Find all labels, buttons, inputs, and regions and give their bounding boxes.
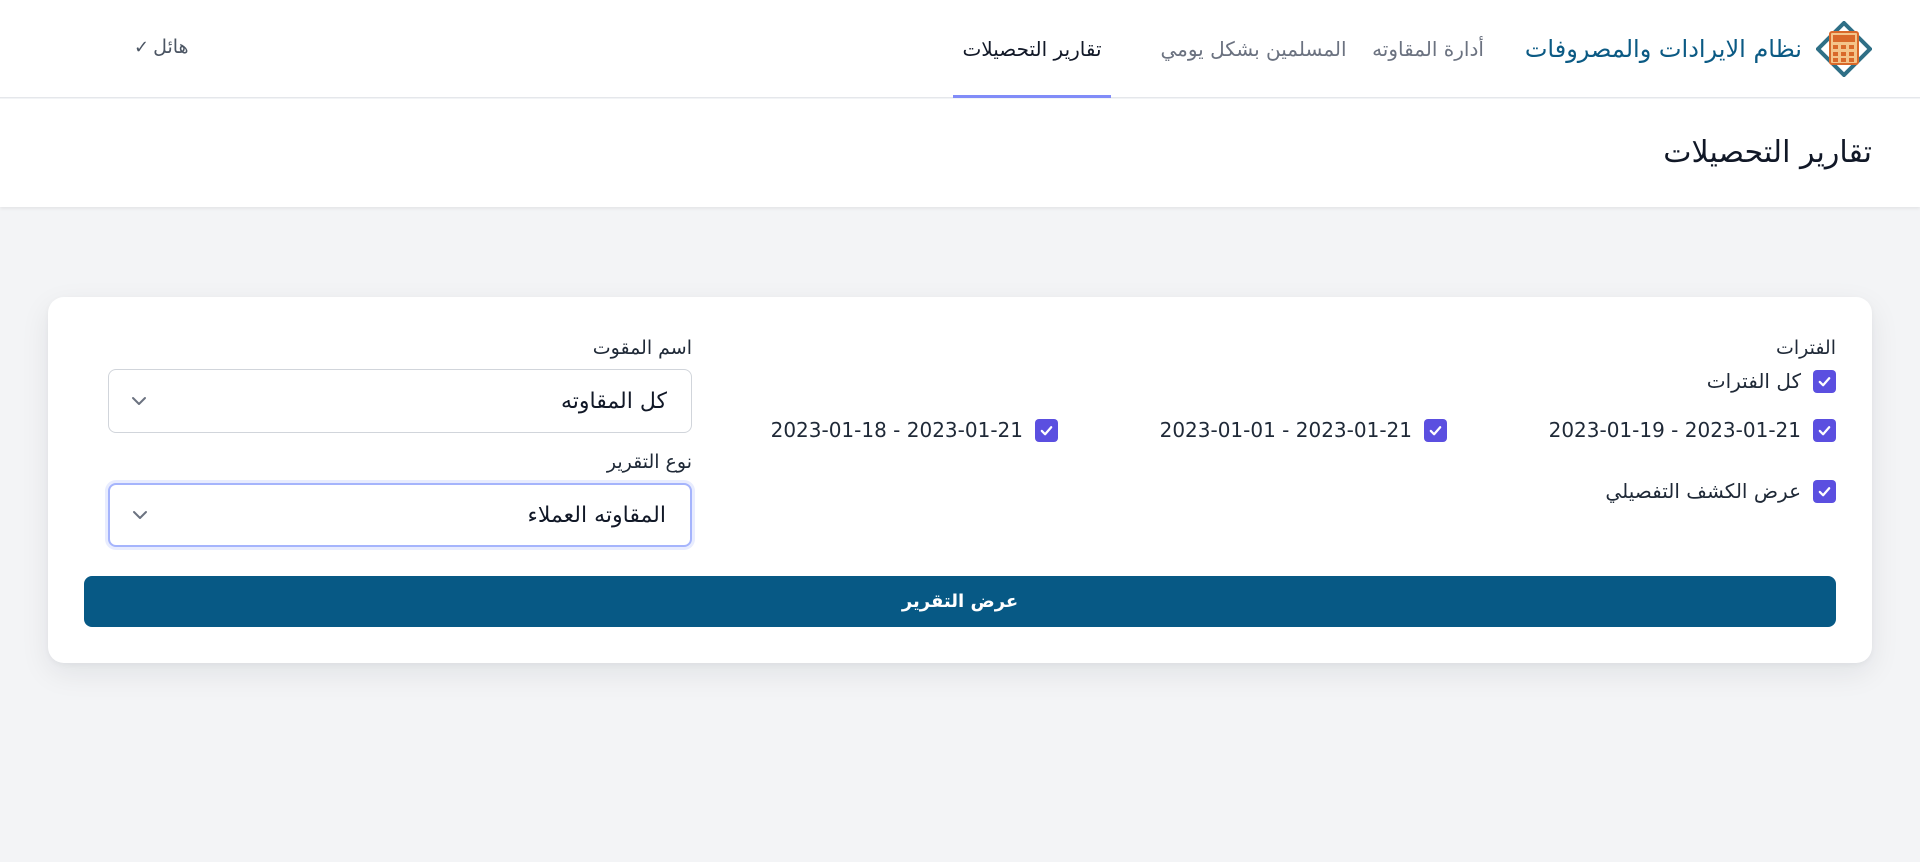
period-label: 2023-01-18 - 2023-01-21	[770, 418, 1023, 442]
user-name: هائل	[153, 36, 189, 58]
report-type-label: نوع التقرير	[606, 451, 692, 473]
checkbox-checked-icon[interactable]	[1813, 418, 1836, 442]
report-form-card: الفترات كل الفترات 2023-01-19 - 2023-01-…	[48, 297, 1872, 663]
checkbox-checked-icon[interactable]	[1813, 479, 1836, 503]
detailed-statement-checkbox[interactable]: عرض الكشف التفصيلي	[1605, 479, 1836, 503]
show-report-button[interactable]: عرض التقرير	[84, 576, 1836, 627]
brand[interactable]: نظام الايرادات والمصروفات	[1525, 18, 1872, 80]
page-header: تقارير التحصيلات	[0, 99, 1920, 207]
detailed-statement-label: عرض الكشف التفصيلي	[1605, 479, 1801, 503]
checkbox-checked-icon[interactable]	[1424, 418, 1447, 442]
period-checkbox-2[interactable]: 2023-01-01 - 2023-01-21	[1160, 418, 1447, 442]
tab-daily-delivered[interactable]: المسلمين بشكل يومي	[1156, 0, 1351, 98]
page-title: تقارير التحصيلات	[1663, 135, 1872, 170]
calculator-icon	[1816, 21, 1872, 77]
checkbox-checked-icon[interactable]	[1035, 418, 1058, 442]
periods-label: الفترات	[1775, 337, 1836, 359]
report-type-select-value: المقاوته العملاء	[527, 502, 666, 528]
period-label: 2023-01-19 - 2023-01-21	[1548, 418, 1801, 442]
chevron-down-icon	[132, 397, 146, 405]
all-periods-label: كل الفترات	[1706, 369, 1801, 393]
top-navbar: نظام الايرادات والمصروفات أدارة المقاوته…	[0, 0, 1920, 98]
tab-collection-reports[interactable]: تقارير التحصيلات	[953, 0, 1111, 98]
tab-manage-moqawata[interactable]: أدارة المقاوته	[1363, 0, 1493, 98]
period-checkbox-3[interactable]: 2023-01-18 - 2023-01-21	[771, 418, 1058, 442]
all-periods-checkbox[interactable]: كل الفترات	[1707, 369, 1836, 393]
period-label: 2023-01-01 - 2023-01-21	[1159, 418, 1412, 442]
moqawet-select-value: كل المقاوته	[560, 388, 667, 414]
moqawet-select[interactable]: كل المقاوته	[108, 369, 692, 433]
report-type-select[interactable]: المقاوته العملاء	[108, 483, 692, 547]
period-checkbox-1[interactable]: 2023-01-19 - 2023-01-21	[1549, 418, 1836, 442]
chevron-down-icon: ✓	[134, 36, 150, 58]
app-name: نظام الايرادات والمصروفات	[1524, 35, 1802, 63]
user-menu[interactable]: هائل ✓	[134, 36, 189, 58]
chevron-down-icon	[133, 511, 147, 519]
checkbox-checked-icon[interactable]	[1813, 369, 1836, 393]
moqawet-label: اسم المقوت	[592, 337, 692, 359]
